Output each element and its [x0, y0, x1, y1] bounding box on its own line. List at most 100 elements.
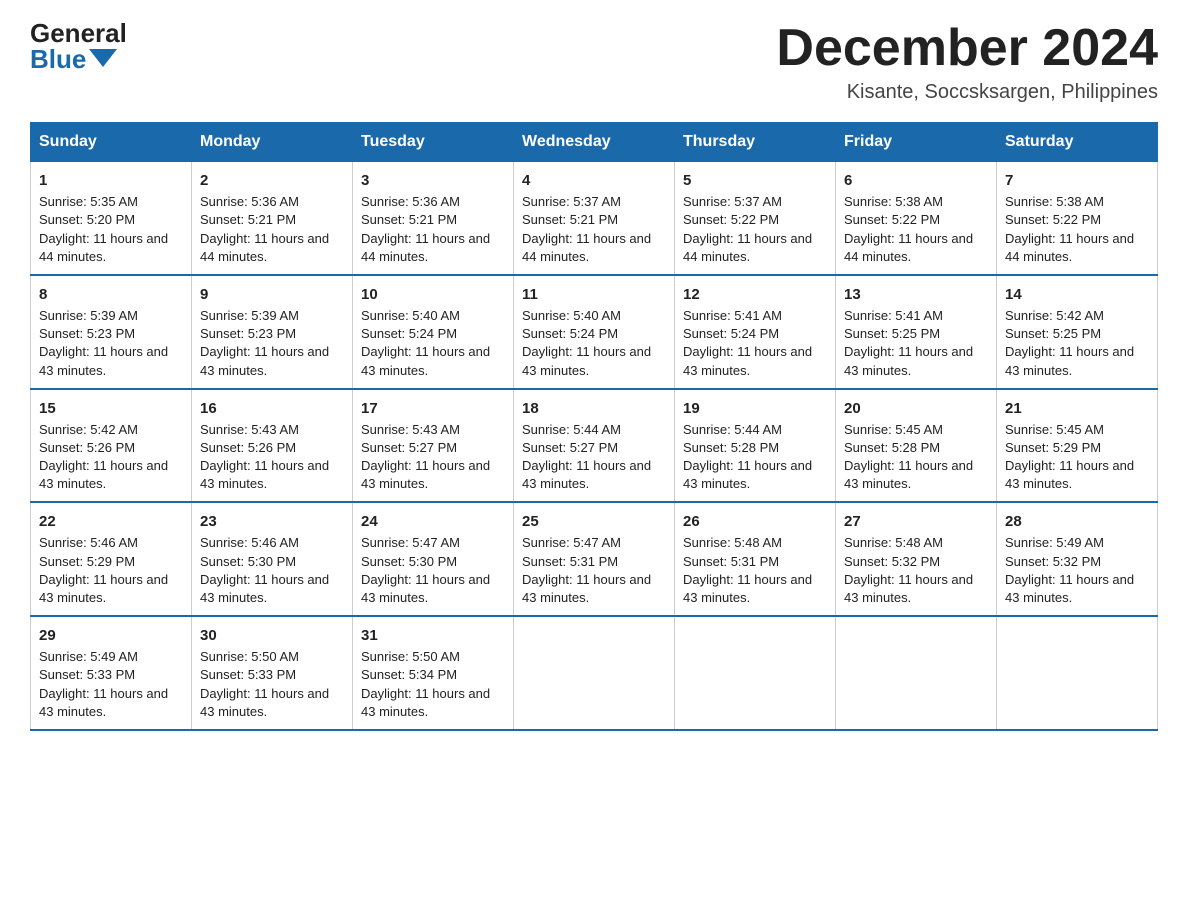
- sunrise-text: Sunrise: 5:48 AM: [683, 535, 782, 550]
- table-row: 5 Sunrise: 5:37 AM Sunset: 5:22 PM Dayli…: [675, 162, 836, 275]
- daylight-text: Daylight: 11 hours and 43 minutes.: [683, 572, 812, 605]
- table-row: 1 Sunrise: 5:35 AM Sunset: 5:20 PM Dayli…: [31, 162, 192, 275]
- col-saturday: Saturday: [997, 123, 1158, 162]
- table-row: 29 Sunrise: 5:49 AM Sunset: 5:33 PM Dayl…: [31, 616, 192, 730]
- daylight-text: Daylight: 11 hours and 43 minutes.: [39, 572, 168, 605]
- table-row: 28 Sunrise: 5:49 AM Sunset: 5:32 PM Dayl…: [997, 502, 1158, 616]
- day-number: 16: [200, 398, 344, 419]
- daylight-text: Daylight: 11 hours and 43 minutes.: [1005, 458, 1134, 491]
- daylight-text: Daylight: 11 hours and 43 minutes.: [200, 686, 329, 719]
- day-number: 29: [39, 625, 183, 646]
- sunrise-text: Sunrise: 5:36 AM: [361, 194, 460, 209]
- daylight-text: Daylight: 11 hours and 43 minutes.: [1005, 344, 1134, 377]
- table-row: 15 Sunrise: 5:42 AM Sunset: 5:26 PM Dayl…: [31, 389, 192, 503]
- sunset-text: Sunset: 5:26 PM: [200, 440, 296, 455]
- day-number: 17: [361, 398, 505, 419]
- day-number: 20: [844, 398, 988, 419]
- sunrise-text: Sunrise: 5:45 AM: [1005, 422, 1104, 437]
- table-row: 27 Sunrise: 5:48 AM Sunset: 5:32 PM Dayl…: [836, 502, 997, 616]
- sunrise-text: Sunrise: 5:37 AM: [683, 194, 782, 209]
- table-row: 23 Sunrise: 5:46 AM Sunset: 5:30 PM Dayl…: [192, 502, 353, 616]
- location-title: Kisante, Soccsksargen, Philippines: [776, 81, 1158, 104]
- sunrise-text: Sunrise: 5:41 AM: [844, 308, 943, 323]
- sunset-text: Sunset: 5:23 PM: [39, 326, 135, 341]
- daylight-text: Daylight: 11 hours and 43 minutes.: [361, 458, 490, 491]
- day-number: 18: [522, 398, 666, 419]
- table-row: [836, 616, 997, 730]
- sunset-text: Sunset: 5:31 PM: [522, 554, 618, 569]
- sunset-text: Sunset: 5:20 PM: [39, 212, 135, 227]
- sunset-text: Sunset: 5:30 PM: [200, 554, 296, 569]
- sunrise-text: Sunrise: 5:44 AM: [683, 422, 782, 437]
- sunset-text: Sunset: 5:27 PM: [522, 440, 618, 455]
- day-number: 15: [39, 398, 183, 419]
- sunrise-text: Sunrise: 5:42 AM: [39, 422, 138, 437]
- sunrise-text: Sunrise: 5:48 AM: [844, 535, 943, 550]
- sunrise-text: Sunrise: 5:41 AM: [683, 308, 782, 323]
- table-row: 4 Sunrise: 5:37 AM Sunset: 5:21 PM Dayli…: [514, 162, 675, 275]
- logo-general-text: General: [30, 20, 127, 46]
- sunrise-text: Sunrise: 5:35 AM: [39, 194, 138, 209]
- sunrise-text: Sunrise: 5:37 AM: [522, 194, 621, 209]
- col-friday: Friday: [836, 123, 997, 162]
- day-number: 3: [361, 170, 505, 191]
- daylight-text: Daylight: 11 hours and 43 minutes.: [522, 458, 651, 491]
- calendar-table: Sunday Monday Tuesday Wednesday Thursday…: [30, 122, 1158, 731]
- table-row: 22 Sunrise: 5:46 AM Sunset: 5:29 PM Dayl…: [31, 502, 192, 616]
- sunset-text: Sunset: 5:30 PM: [361, 554, 457, 569]
- col-monday: Monday: [192, 123, 353, 162]
- daylight-text: Daylight: 11 hours and 43 minutes.: [522, 344, 651, 377]
- calendar-header-row: Sunday Monday Tuesday Wednesday Thursday…: [31, 123, 1158, 162]
- logo-triangle-icon: [89, 49, 117, 67]
- table-row: 6 Sunrise: 5:38 AM Sunset: 5:22 PM Dayli…: [836, 162, 997, 275]
- col-thursday: Thursday: [675, 123, 836, 162]
- table-row: 17 Sunrise: 5:43 AM Sunset: 5:27 PM Dayl…: [353, 389, 514, 503]
- daylight-text: Daylight: 11 hours and 44 minutes.: [39, 231, 168, 264]
- sunset-text: Sunset: 5:33 PM: [39, 667, 135, 682]
- table-row: 21 Sunrise: 5:45 AM Sunset: 5:29 PM Dayl…: [997, 389, 1158, 503]
- table-row: 7 Sunrise: 5:38 AM Sunset: 5:22 PM Dayli…: [997, 162, 1158, 275]
- calendar-week-row: 29 Sunrise: 5:49 AM Sunset: 5:33 PM Dayl…: [31, 616, 1158, 730]
- sunset-text: Sunset: 5:25 PM: [844, 326, 940, 341]
- col-wednesday: Wednesday: [514, 123, 675, 162]
- col-sunday: Sunday: [31, 123, 192, 162]
- sunset-text: Sunset: 5:29 PM: [1005, 440, 1101, 455]
- day-number: 8: [39, 284, 183, 305]
- sunset-text: Sunset: 5:26 PM: [39, 440, 135, 455]
- logo-blue-text: Blue: [30, 46, 117, 72]
- sunrise-text: Sunrise: 5:45 AM: [844, 422, 943, 437]
- sunset-text: Sunset: 5:24 PM: [361, 326, 457, 341]
- day-number: 9: [200, 284, 344, 305]
- daylight-text: Daylight: 11 hours and 43 minutes.: [361, 572, 490, 605]
- calendar-week-row: 22 Sunrise: 5:46 AM Sunset: 5:29 PM Dayl…: [31, 502, 1158, 616]
- day-number: 21: [1005, 398, 1149, 419]
- day-number: 11: [522, 284, 666, 305]
- table-row: 8 Sunrise: 5:39 AM Sunset: 5:23 PM Dayli…: [31, 275, 192, 389]
- daylight-text: Daylight: 11 hours and 43 minutes.: [361, 686, 490, 719]
- day-number: 26: [683, 511, 827, 532]
- day-number: 31: [361, 625, 505, 646]
- table-row: 31 Sunrise: 5:50 AM Sunset: 5:34 PM Dayl…: [353, 616, 514, 730]
- sunset-text: Sunset: 5:21 PM: [522, 212, 618, 227]
- table-row: 20 Sunrise: 5:45 AM Sunset: 5:28 PM Dayl…: [836, 389, 997, 503]
- table-row: 30 Sunrise: 5:50 AM Sunset: 5:33 PM Dayl…: [192, 616, 353, 730]
- sunrise-text: Sunrise: 5:50 AM: [200, 649, 299, 664]
- title-block: December 2024 Kisante, Soccsksargen, Phi…: [776, 20, 1158, 104]
- sunrise-text: Sunrise: 5:49 AM: [1005, 535, 1104, 550]
- sunrise-text: Sunrise: 5:46 AM: [200, 535, 299, 550]
- table-row: 9 Sunrise: 5:39 AM Sunset: 5:23 PM Dayli…: [192, 275, 353, 389]
- table-row: 25 Sunrise: 5:47 AM Sunset: 5:31 PM Dayl…: [514, 502, 675, 616]
- sunset-text: Sunset: 5:31 PM: [683, 554, 779, 569]
- calendar-week-row: 8 Sunrise: 5:39 AM Sunset: 5:23 PM Dayli…: [31, 275, 1158, 389]
- daylight-text: Daylight: 11 hours and 43 minutes.: [39, 686, 168, 719]
- daylight-text: Daylight: 11 hours and 43 minutes.: [200, 572, 329, 605]
- sunset-text: Sunset: 5:22 PM: [683, 212, 779, 227]
- daylight-text: Daylight: 11 hours and 43 minutes.: [683, 344, 812, 377]
- sunset-text: Sunset: 5:28 PM: [683, 440, 779, 455]
- day-number: 28: [1005, 511, 1149, 532]
- day-number: 10: [361, 284, 505, 305]
- sunrise-text: Sunrise: 5:47 AM: [522, 535, 621, 550]
- sunrise-text: Sunrise: 5:39 AM: [39, 308, 138, 323]
- daylight-text: Daylight: 11 hours and 44 minutes.: [522, 231, 651, 264]
- sunrise-text: Sunrise: 5:40 AM: [522, 308, 621, 323]
